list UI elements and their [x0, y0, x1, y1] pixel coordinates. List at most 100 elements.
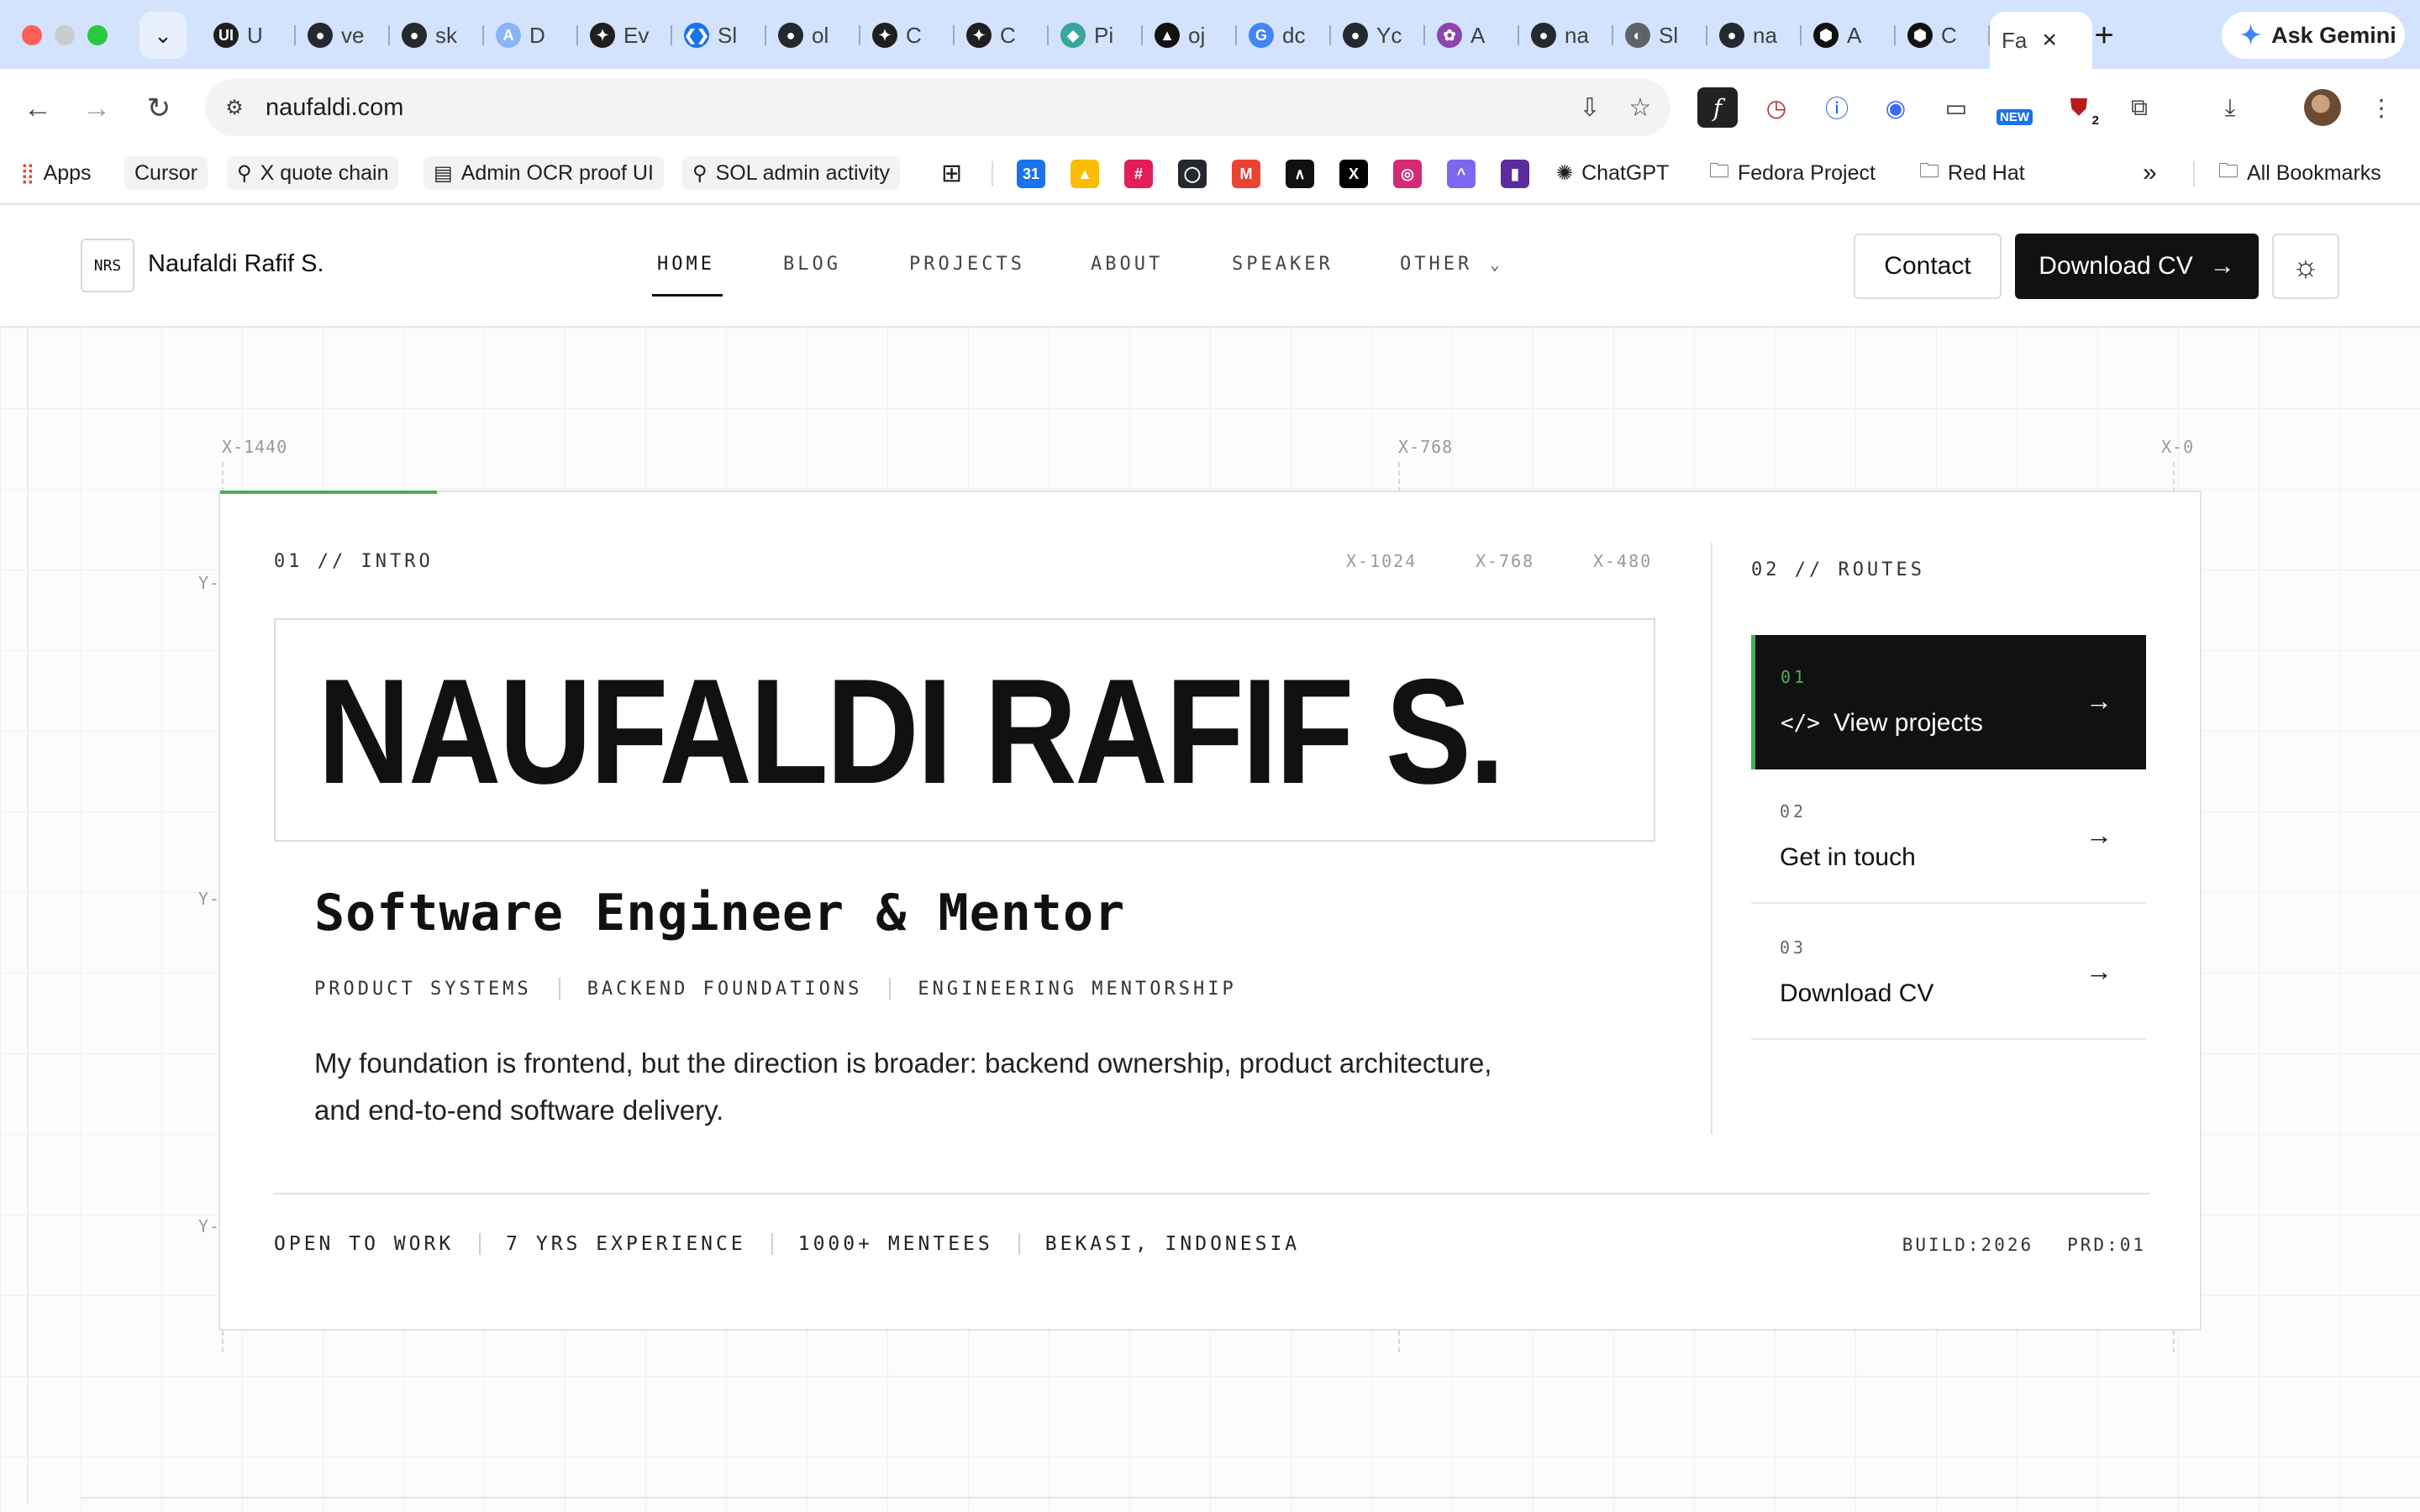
- site-settings-icon[interactable]: ⚙: [220, 93, 249, 122]
- gmail-icon[interactable]: M: [1232, 160, 1260, 188]
- coord-y-a: Y-: [198, 573, 221, 593]
- nav-speaker[interactable]: SPEAKER: [1232, 254, 1334, 275]
- browser-tab[interactable]: ● Yc: [1331, 12, 1425, 59]
- bookmark-chatgpt[interactable]: ✺ ChatGPT: [1556, 156, 1669, 190]
- bookmark-apps[interactable]: ⣿ Apps: [20, 156, 92, 190]
- browser-tab[interactable]: ● na: [1519, 12, 1613, 59]
- bookmark-sol-admin[interactable]: ⚲ SOL admin activity: [682, 156, 901, 190]
- close-window-button[interactable]: [22, 25, 42, 45]
- extension-screen-icon[interactable]: ▭: [1936, 87, 1976, 128]
- browser-tab[interactable]: ✦ C: [860, 12, 955, 59]
- hero-description: My foundation is frontend, but the direc…: [314, 1047, 1492, 1126]
- x-icon[interactable]: X: [1339, 160, 1368, 188]
- browser-tab[interactable]: ◆ Pi: [1049, 12, 1143, 59]
- bookmark-cursor[interactable]: Cursor: [124, 156, 208, 190]
- bookmark-app-icon[interactable]: ▮: [1501, 160, 1529, 188]
- extensions-puzzle-icon[interactable]: ⧉: [2119, 87, 2160, 128]
- build-year: BUILD:2026: [1902, 1235, 2034, 1255]
- theme-toggle-button[interactable]: ☼: [2272, 234, 2339, 299]
- route-download-cv[interactable]: 03 Download CV →: [1751, 906, 2146, 1040]
- extension-shield-icon[interactable]: ⛊ 2: [2059, 87, 2099, 129]
- nav-home[interactable]: HOME: [657, 254, 715, 275]
- bookmark-all[interactable]: 🗀 All Bookmarks: [2218, 156, 2381, 190]
- tab-search-button[interactable]: ⌄: [139, 12, 187, 59]
- bookmark-x-quote[interactable]: ⚲ X quote chain: [227, 156, 399, 190]
- downloads-icon[interactable]: ⤓: [2210, 87, 2250, 128]
- google-drive-icon[interactable]: ▲: [1071, 160, 1099, 188]
- profile-avatar[interactable]: [2304, 89, 2341, 126]
- browser-tab[interactable]: ● na: [1707, 12, 1802, 59]
- nav-blog[interactable]: BLOG: [783, 254, 841, 275]
- extension-fx-icon[interactable]: f: [1697, 87, 1738, 128]
- nav-other[interactable]: OTHER ⌄: [1400, 254, 1502, 275]
- arrow-right-icon: →: [2086, 956, 2112, 986]
- instagram-icon[interactable]: ◎: [1393, 160, 1422, 188]
- ask-gemini-button[interactable]: ✦ Ask Gemini: [2222, 12, 2405, 59]
- browser-tab[interactable]: Gdc: [1237, 12, 1331, 59]
- nav-projects[interactable]: PROJECTS: [909, 254, 1025, 275]
- logo-mark[interactable]: NRS: [81, 239, 134, 292]
- focus-tag: ENGINEERING MENTORSHIP: [918, 978, 1237, 1000]
- slack-icon[interactable]: #: [1124, 160, 1153, 188]
- address-bar[interactable]: ⚙ naufaldi.com ⇩ ☆: [205, 79, 1670, 136]
- browser-tab-active[interactable]: Fa ×: [1990, 12, 2092, 69]
- download-cv-button[interactable]: Download CV →: [2015, 234, 2259, 299]
- extension-new-badge[interactable]: NEW: [1993, 87, 2040, 128]
- tab-favicon-icon: A: [496, 23, 521, 48]
- tab-title: Sl: [1659, 22, 1679, 48]
- minimize-window-button[interactable]: [55, 25, 75, 45]
- logo-name[interactable]: Naufaldi Rafif S.: [148, 250, 324, 278]
- url-text[interactable]: naufaldi.com: [266, 94, 403, 122]
- more-bookmarks-chevron-icon[interactable]: »: [2143, 156, 2157, 190]
- forward-button[interactable]: →: [77, 89, 116, 128]
- bookmark-fedora[interactable]: 🗀 Fedora Project: [1709, 156, 1876, 190]
- browser-tab[interactable]: AD: [484, 12, 578, 59]
- maximize-window-button[interactable]: [87, 25, 108, 45]
- bookmark-redhat[interactable]: 🗀 Red Hat: [1919, 156, 2025, 190]
- arrow-left-icon: ←: [24, 92, 52, 124]
- extension-password-icon[interactable]: ⓘ: [1817, 87, 1857, 128]
- chatgpt-icon: ✺: [1556, 161, 1574, 185]
- browser-tab[interactable]: ❮❯ Sl: [672, 12, 766, 59]
- route-view-projects[interactable]: 01 </> View projects →: [1751, 635, 2146, 769]
- bookmark-admin-ocr[interactable]: ▤ Admin OCR proof UI: [424, 156, 664, 190]
- google-calendar-icon[interactable]: 31: [1017, 160, 1045, 188]
- browser-tab[interactable]: ▲ oj: [1143, 12, 1237, 59]
- browser-tab[interactable]: ● ol: [766, 12, 860, 59]
- browser-tab[interactable]: ◐ Sl: [1613, 12, 1707, 59]
- tab-favicon-icon: ●: [778, 23, 803, 48]
- github-icon[interactable]: ◯: [1178, 160, 1207, 188]
- install-app-icon[interactable]: ⇩: [1575, 92, 1605, 123]
- close-tab-icon[interactable]: ×: [2042, 26, 2057, 55]
- reload-button[interactable]: ↻: [139, 89, 178, 128]
- tab-title: sk: [435, 22, 457, 48]
- new-tab-button[interactable]: +: [2081, 12, 2128, 59]
- nav-about[interactable]: ABOUT: [1091, 254, 1163, 275]
- browser-tab[interactable]: ✦ C: [955, 12, 1049, 59]
- tab-groups-icon[interactable]: ⊞: [941, 156, 962, 190]
- nav-active-underline: [652, 294, 723, 297]
- browser-toolbar: ← → ↻ ⚙ naufaldi.com ⇩ ☆ f ◷ ⓘ ◉ ▭ NEW ⛊…: [0, 69, 2420, 146]
- route-get-in-touch[interactable]: 02 Get in touch →: [1751, 769, 2146, 904]
- extension-arc-icon[interactable]: ◉: [1876, 87, 1916, 128]
- arrow-right-icon: →: [82, 92, 111, 124]
- tab-title: Fa: [2002, 27, 2028, 53]
- clickup-icon[interactable]: ^: [1447, 160, 1476, 188]
- bookmark-star-icon[interactable]: ☆: [1625, 92, 1655, 123]
- browser-tab[interactable]: UI U: [202, 12, 296, 59]
- browser-tab[interactable]: ⬢ A: [1802, 12, 1896, 59]
- tab-title: Ev: [623, 22, 650, 48]
- browser-tab[interactable]: ● sk: [390, 12, 484, 59]
- back-button[interactable]: ←: [18, 89, 57, 128]
- sun-icon: ☼: [2291, 249, 2320, 283]
- extension-clock-icon[interactable]: ◷: [1756, 87, 1797, 128]
- browser-tab[interactable]: ⬢ C: [1896, 12, 1990, 59]
- menu-kebab-icon[interactable]: ⋮: [2361, 87, 2402, 128]
- contact-button[interactable]: Contact: [1854, 234, 2002, 299]
- aws-icon[interactable]: ∧: [1286, 160, 1314, 188]
- tab-favicon-icon: ✿: [1437, 23, 1462, 48]
- card-divider: [1711, 543, 1712, 1134]
- browser-tab[interactable]: ✿ A: [1425, 12, 1519, 59]
- browser-tab[interactable]: ● ve: [296, 12, 390, 59]
- browser-tab[interactable]: ✦ Ev: [578, 12, 672, 59]
